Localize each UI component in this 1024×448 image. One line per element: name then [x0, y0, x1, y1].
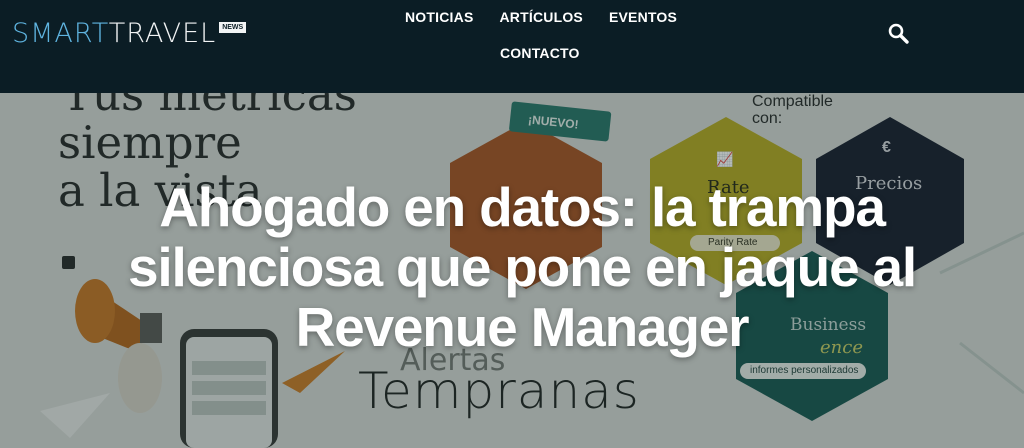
site-logo[interactable]: SMARTTRAVEL NEWS	[12, 17, 247, 51]
nav-item-noticias[interactable]: NOTICIAS	[392, 8, 487, 26]
nav-item-eventos[interactable]: EVENTOS	[596, 8, 690, 26]
logo-smart: SMART	[12, 18, 109, 49]
nav-item-articulos[interactable]: ARTÍCULOS	[487, 8, 596, 26]
hero-banner[interactable]: Tus métricas siempre a la vista Compatib…	[0, 93, 1024, 448]
search-icon	[888, 23, 909, 44]
nav-item-contacto[interactable]: CONTACTO	[487, 44, 593, 62]
site-header: SMARTTRAVEL NEWS NOTICIAS ARTÍCULOS EVEN…	[0, 0, 1024, 93]
article-headline[interactable]: Ahogado en datos: la trampa silenciosa q…	[0, 177, 1024, 357]
search-button[interactable]	[887, 22, 911, 46]
logo-travel: TRAVEL	[108, 18, 217, 49]
logo-news-badge: NEWS	[219, 22, 247, 33]
logo-wordmark: SMARTTRAVEL	[12, 17, 216, 51]
